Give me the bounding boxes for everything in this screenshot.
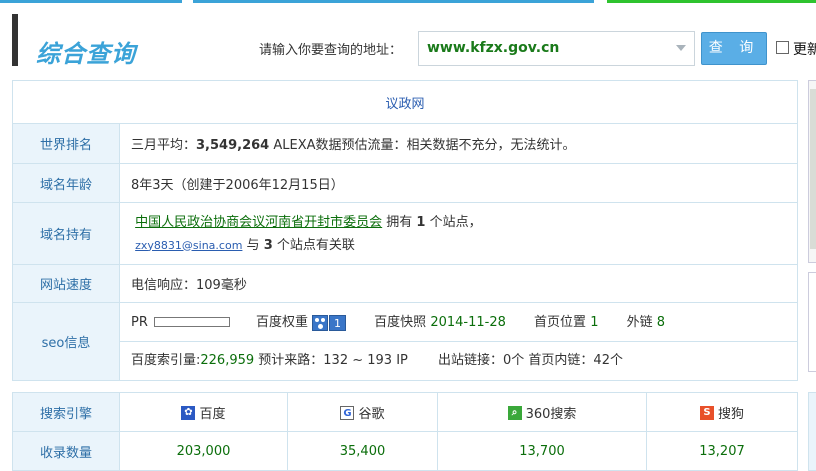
domain-owner-label: 域名持有 — [12, 202, 120, 265]
seo-label: seo信息 — [12, 302, 120, 381]
domain-age-label: 域名年龄 — [12, 163, 120, 203]
baidu-count: 203,000 — [119, 431, 288, 471]
url-prompt-label: 请输入你要查询的地址： — [259, 43, 403, 58]
top-color-strip — [0, 0, 816, 4]
pr-bar — [153, 316, 230, 327]
engine-360: ⌕ 360搜索 — [437, 392, 647, 432]
world-rank-value: 三月平均：3,549,264 ALEXA数据预估流量：相关数据不充分，无法统计。 — [119, 123, 798, 164]
traffic-estimate: 预计来路：132 ~ 193 IP — [254, 353, 408, 368]
url-input-value: www.kfzx.gov.cn — [427, 40, 560, 56]
external-links-label: 外链 — [626, 315, 653, 330]
speed-value: 电信响应：109毫秒 — [119, 264, 798, 303]
engine-baidu: ✿ 百度 — [119, 392, 288, 432]
360-count: 13,700 — [437, 431, 647, 471]
snapshot-label: 百度快照 — [374, 315, 427, 330]
search-engine-table: 搜索引擎 ✿ 百度 G 谷歌 ⌕ 360搜索 S 搜狗 收录数量 203,000 35,… — [12, 392, 798, 471]
world-rank-label: 世界排名 — [12, 123, 120, 164]
outlinks-info: 出站链接：0个 首页内链：42个 — [438, 353, 623, 368]
home-position-label: 首页位置 — [534, 315, 587, 330]
baidu-index-value: 226,959 — [200, 353, 255, 368]
update-checkbox-label: 更新 — [793, 42, 816, 58]
side-ad-image[interactable] — [810, 89, 816, 249]
page-title: 综合查询 — [36, 40, 136, 68]
sogou-s-icon: S — [699, 406, 714, 420]
side-ad-panel[interactable] — [808, 80, 816, 263]
snapshot-value: 2014-11-28 — [430, 315, 506, 330]
engines-header-label: 搜索引擎 — [12, 392, 120, 432]
baidu-index-label: 百度索引量: — [131, 353, 201, 368]
google-g-icon: G — [340, 406, 355, 420]
query-button[interactable]: 查 询 — [701, 32, 767, 65]
engine-google: G 谷歌 — [287, 392, 438, 432]
baidu-weight-label: 百度权重 — [256, 315, 309, 330]
speed-label: 网站速度 — [12, 264, 120, 303]
update-checkbox[interactable] — [776, 41, 789, 54]
owner-link[interactable]: 中国人民政治协商会议河南省开封市委员会 — [135, 215, 382, 230]
domain-owner-value: 中国人民政治协商会议河南省开封市委员会 拥有 1 个站点， zxy8831@si… — [119, 202, 798, 265]
owner-email-link[interactable]: zxy8831@sina.com — [135, 239, 242, 252]
sogou-count: 13,207 — [646, 431, 798, 471]
side-panel-3 — [808, 392, 816, 471]
baidu-paw-icon: ✿ — [181, 406, 196, 420]
alexa-rank: 3,549,264 — [196, 138, 270, 153]
site-info-table: 议政网 世界排名 三月平均：3,549,264 ALEXA数据预估流量：相关数据… — [12, 80, 798, 381]
external-links-value: 8 — [656, 315, 666, 330]
search-360-icon: ⌕ — [507, 406, 522, 420]
baidu-paw-icon — [312, 314, 329, 331]
site-name: 议政网 — [12, 80, 798, 124]
google-count: 35,400 — [287, 431, 438, 471]
url-input[interactable]: www.kfzx.gov.cn — [418, 31, 695, 66]
side-panel-2 — [808, 272, 816, 372]
home-position-value: 1 — [590, 315, 599, 330]
pr-label: PR — [131, 315, 148, 330]
count-label: 收录数量 — [12, 431, 120, 471]
title-marker — [12, 14, 18, 66]
engine-sogou: S 搜狗 — [646, 392, 798, 432]
dropdown-arrow-icon[interactable] — [676, 45, 686, 51]
baidu-weight-value: 1 — [329, 314, 347, 331]
seo-value: PR 百度权重 1 百度快照 2014-11-28 首页位置 1 外链 8 百度索… — [119, 302, 798, 381]
domain-age-value: 8年3天（创建于2006年12月15日） — [119, 163, 798, 203]
